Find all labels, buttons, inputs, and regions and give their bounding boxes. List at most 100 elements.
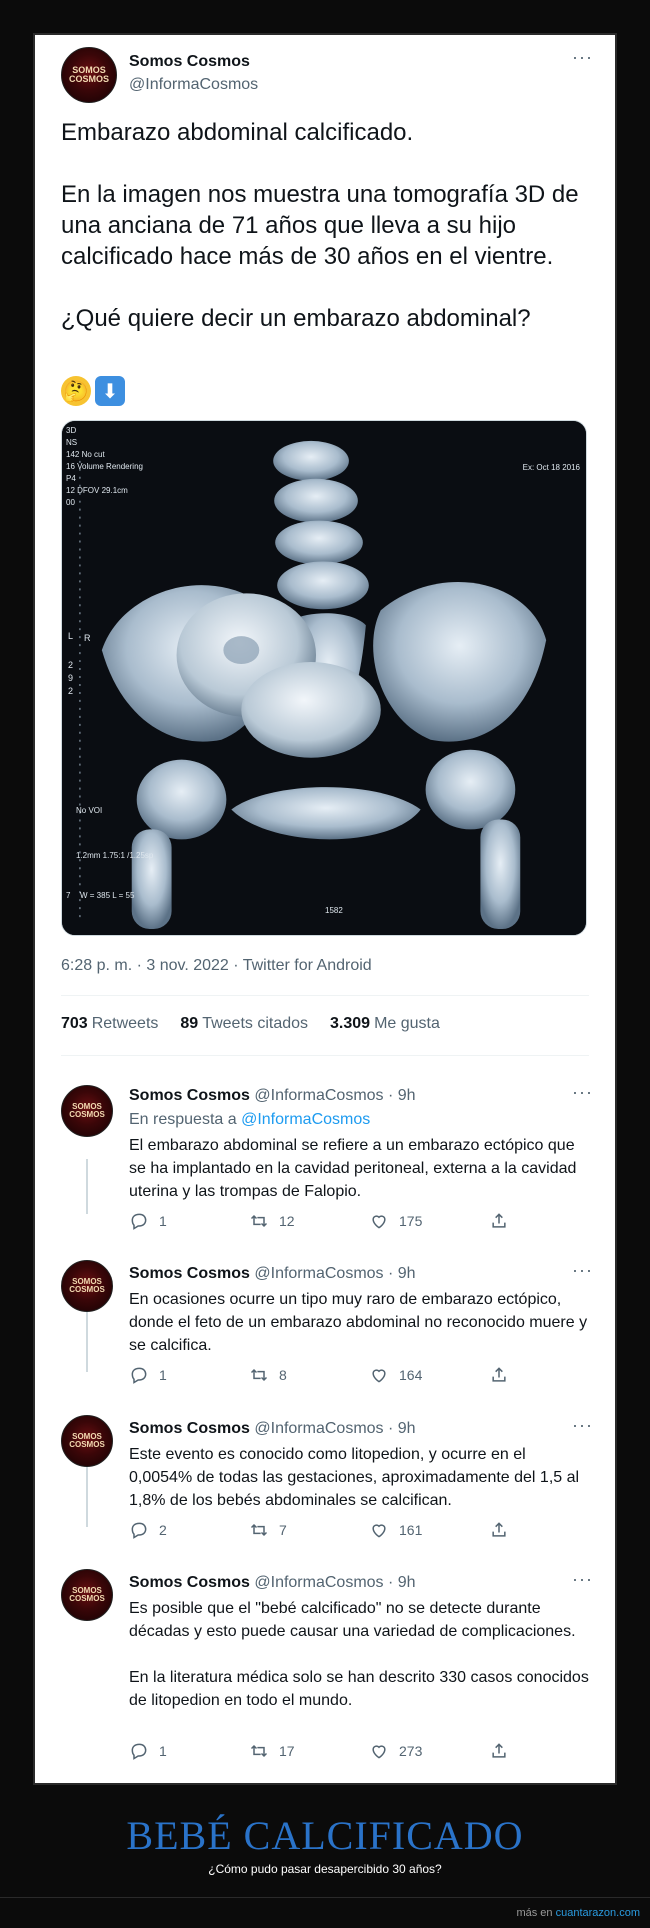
scan-overlay-labels: 3D NS 142 No cut 16 Volume Rendering P4 … xyxy=(66,425,143,509)
reply-to-handle-link[interactable]: @InformaCosmos xyxy=(241,1111,370,1128)
more-options-icon[interactable]: ··· xyxy=(572,1569,593,1590)
scan-label: NS xyxy=(66,438,78,447)
reply-time[interactable]: 9h xyxy=(398,1265,416,1282)
reply-button[interactable]: 1 xyxy=(129,1365,249,1385)
share-button[interactable] xyxy=(489,1520,509,1540)
more-options-icon[interactable]: ··· xyxy=(572,1082,593,1103)
more-options-icon[interactable]: ··· xyxy=(572,1415,593,1436)
footer-divider xyxy=(0,1897,650,1898)
reply-author-name[interactable]: Somos Cosmos xyxy=(129,1265,250,1282)
quote-tweets-stat[interactable]: 89 Tweets citados xyxy=(180,1015,308,1033)
tweet-text: Embarazo abdominal calcificado. En la im… xyxy=(61,119,579,332)
share-icon xyxy=(492,1522,506,1537)
thinking-face-icon: 🤔 xyxy=(61,376,91,406)
reply-button[interactable]: 2 xyxy=(129,1520,249,1540)
retweet-button[interactable]: 7 xyxy=(249,1520,369,1540)
author-name[interactable]: Somos Cosmos xyxy=(129,53,250,71)
scan-thickness: 1.2mm 1.75:1 /1.25sp xyxy=(76,851,154,860)
share-button[interactable] xyxy=(489,1211,509,1231)
tweet-screenshot-frame: SOMOS COSMOS Somos Cosmos @InformaCosmos… xyxy=(33,33,617,1785)
like-count: 175 xyxy=(399,1213,423,1229)
retweet-count: 12 xyxy=(279,1213,295,1229)
reply-actions: 1 17 273 xyxy=(129,1741,569,1761)
reply-actions: 1 8 164 xyxy=(129,1365,569,1385)
retweet-button[interactable]: 17 xyxy=(249,1741,369,1761)
retweet-button[interactable]: 12 xyxy=(249,1211,369,1231)
tweet-meta[interactable]: 6:28 p. m. · 3 nov. 2022 · Twitter for A… xyxy=(61,957,372,975)
reply-text: En ocasiones ocurre un tipo muy raro de … xyxy=(129,1291,588,1354)
more-options-icon[interactable]: ··· xyxy=(572,47,593,68)
reply-text: El embarazo abdominal se refiere a un em… xyxy=(129,1137,577,1200)
reply-count: 1 xyxy=(159,1743,167,1759)
share-button[interactable] xyxy=(489,1365,509,1385)
like-button[interactable]: 164 xyxy=(369,1365,489,1385)
retweet-count: 17 xyxy=(279,1743,295,1759)
scan-label: No cut xyxy=(81,450,105,459)
reply-actions: 1 12 175 xyxy=(129,1211,569,1231)
more-options-icon[interactable]: ··· xyxy=(572,1260,593,1281)
share-button[interactable] xyxy=(489,1741,509,1761)
reply-author-handle[interactable]: @InformaCosmos xyxy=(254,1265,383,1282)
scan-label: DFOV 29.1cm xyxy=(77,486,128,495)
like-button[interactable]: 273 xyxy=(369,1741,489,1761)
retweet-icon xyxy=(250,1368,268,1382)
reply-time[interactable]: 9h xyxy=(398,1087,416,1104)
like-button[interactable]: 175 xyxy=(369,1211,489,1231)
reply-author-name[interactable]: Somos Cosmos xyxy=(129,1420,250,1437)
scan-number: 1582 xyxy=(325,906,343,915)
author-handle[interactable]: @InformaCosmos xyxy=(129,76,258,94)
reply-button[interactable]: 1 xyxy=(129,1741,249,1761)
retweet-button[interactable]: 8 xyxy=(249,1365,369,1385)
reply-time[interactable]: 9h xyxy=(398,1574,416,1591)
reply-to-line: En respuesta a @InformaCosmos xyxy=(129,1111,370,1129)
scan-window-level: W = 385 L = 55 xyxy=(80,891,135,900)
reply-time[interactable]: 9h xyxy=(398,1420,416,1437)
thread-line xyxy=(86,1467,88,1527)
heart-icon xyxy=(372,1215,386,1229)
retweet-count: 8 xyxy=(279,1367,287,1383)
share-icon xyxy=(492,1367,506,1382)
reply-count: 2 xyxy=(159,1522,167,1538)
heart-icon xyxy=(372,1369,386,1383)
like-count: 161 xyxy=(399,1522,423,1538)
caption-subtitle: ¿Cómo pudo pasar desapercibido 30 años? xyxy=(208,1862,442,1876)
reply-text: Es posible que el "bebé calcificado" no … xyxy=(129,1600,589,1709)
likes-stat[interactable]: 3.309 Me gusta xyxy=(330,1015,440,1033)
scan-seven: 7 xyxy=(66,891,71,900)
reply-header: Somos Cosmos @InformaCosmos · 9h xyxy=(129,1574,416,1591)
avatar[interactable]: SOMOS COSMOS xyxy=(61,1569,113,1621)
scan-label: 142 xyxy=(66,450,80,459)
scan-novoi: No VOI xyxy=(76,806,103,815)
scan-label: 12 xyxy=(66,486,75,495)
retweet-icon xyxy=(250,1744,268,1758)
down-arrow-icon: ⬇ xyxy=(95,376,125,406)
footer-site-link[interactable]: cuantarazon.com xyxy=(556,1907,640,1919)
reply-author-handle[interactable]: @InformaCosmos xyxy=(254,1574,383,1591)
scan-date: Ex: Oct 18 2016 xyxy=(522,463,580,472)
retweets-stat[interactable]: 703 Retweets xyxy=(61,1015,158,1033)
like-button[interactable]: 161 xyxy=(369,1520,489,1540)
reply-author-name[interactable]: Somos Cosmos xyxy=(129,1087,250,1104)
reply-count: 1 xyxy=(159,1367,167,1383)
scan-label: P4 xyxy=(66,474,76,483)
retweet-icon xyxy=(250,1523,268,1537)
avatar[interactable]: SOMOS COSMOS xyxy=(61,1260,113,1312)
reply-author-name[interactable]: Somos Cosmos xyxy=(129,1574,250,1591)
scan-label: 9 xyxy=(68,673,74,683)
reply-author-handle[interactable]: @InformaCosmos xyxy=(254,1087,383,1104)
avatar[interactable]: SOMOS COSMOS xyxy=(61,47,117,103)
tweet-stats: 703 Retweets 89 Tweets citados 3.309 Me gus… xyxy=(61,1015,440,1033)
reply-author-handle[interactable]: @InformaCosmos xyxy=(254,1420,383,1437)
divider xyxy=(61,995,589,996)
thread-line xyxy=(86,1159,88,1214)
scan-label: 2 xyxy=(68,686,74,696)
share-icon xyxy=(492,1213,506,1228)
avatar[interactable]: SOMOS COSMOS xyxy=(61,1415,113,1467)
reply-button[interactable]: 1 xyxy=(129,1211,249,1231)
avatar[interactable]: SOMOS COSMOS xyxy=(61,1085,113,1137)
divider xyxy=(61,1055,589,1056)
thread-line xyxy=(86,1312,88,1372)
scan-label: 3D xyxy=(66,426,77,435)
ct-scan-image[interactable]: 3D NS 142 No cut 16 Volume Rendering P4 … xyxy=(61,420,587,936)
heart-icon xyxy=(372,1745,386,1759)
